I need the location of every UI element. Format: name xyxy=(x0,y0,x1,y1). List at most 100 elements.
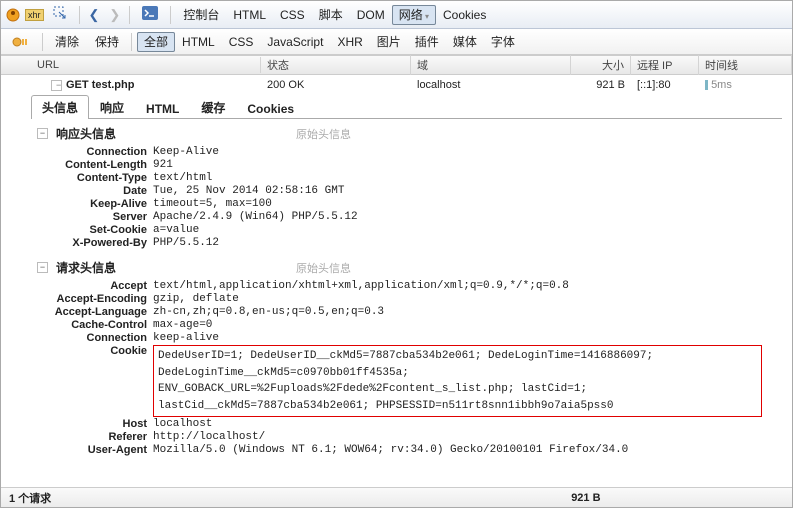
request-status: 200 OK xyxy=(261,77,411,93)
header-row: Content-Length921 xyxy=(37,159,762,171)
subtab-头信息[interactable]: 头信息 xyxy=(31,95,89,119)
request-method: GET xyxy=(66,79,89,91)
subtab-响应[interactable]: 响应 xyxy=(89,95,135,119)
header-key: Accept-Language xyxy=(37,306,153,318)
collapse-icon[interactable]: − xyxy=(37,262,48,273)
header-value: gzip, deflate xyxy=(153,293,762,305)
header-key: Keep-Alive xyxy=(37,198,153,210)
col-remote-ip[interactable]: 远程 IP xyxy=(631,55,699,75)
col-domain[interactable]: 域 xyxy=(411,55,571,75)
request-timeline: 5ms xyxy=(699,77,792,93)
header-row: Content-Typetext/html xyxy=(37,172,762,184)
tab-CSS[interactable]: CSS xyxy=(273,5,312,25)
header-key: Connection xyxy=(37,146,153,158)
header-key: Date xyxy=(37,185,153,197)
collapse-icon[interactable]: − xyxy=(51,80,62,91)
back-button[interactable]: ❮ xyxy=(85,7,104,23)
firebug-icon[interactable] xyxy=(5,7,21,23)
header-key: Referer xyxy=(37,431,153,443)
subtab-缓存[interactable]: 缓存 xyxy=(190,95,236,119)
forward-button[interactable]: ❯ xyxy=(105,7,124,23)
col-timeline[interactable]: 时间线 xyxy=(699,55,792,75)
header-row: X-Powered-ByPHP/5.5.12 xyxy=(37,237,762,249)
header-row: Keep-Alivetimeout=5, max=100 xyxy=(37,198,762,210)
header-row: DateTue, 25 Nov 2014 02:58:16 GMT xyxy=(37,185,762,197)
clear-button[interactable]: 清除 xyxy=(48,30,86,53)
filter-全部[interactable]: 全部 xyxy=(137,32,175,52)
filter-CSS[interactable]: CSS xyxy=(222,32,261,52)
persist-button[interactable]: 保持 xyxy=(88,30,126,53)
header-value: text/html xyxy=(153,172,762,184)
request-row[interactable]: − GET test.php 200 OK localhost 921 B [:… xyxy=(1,75,792,95)
tab-网络[interactable]: 网络 xyxy=(392,5,436,25)
header-key: Cookie xyxy=(37,345,153,357)
tab-控制台[interactable]: 控制台 xyxy=(176,5,226,25)
filter-XHR[interactable]: XHR xyxy=(330,32,369,52)
header-row: Connectionkeep-alive xyxy=(37,332,762,344)
filter-媒体[interactable]: 媒体 xyxy=(446,32,484,52)
col-size[interactable]: 大小 xyxy=(571,55,631,75)
header-key: Connection xyxy=(37,332,153,344)
header-key: Set-Cookie xyxy=(37,224,153,236)
header-row: ConnectionKeep-Alive xyxy=(37,146,762,158)
header-key: Accept-Encoding xyxy=(37,293,153,305)
inspect-icon[interactable] xyxy=(46,3,74,26)
header-key: Accept xyxy=(37,280,153,292)
total-size: 921 B xyxy=(571,492,600,504)
header-value: keep-alive xyxy=(153,332,762,344)
separator xyxy=(129,6,130,24)
filter-图片[interactable]: 图片 xyxy=(370,32,408,52)
tab-HTML[interactable]: HTML xyxy=(226,5,273,25)
header-value: max-age=0 xyxy=(153,319,762,331)
col-status[interactable]: 状态 xyxy=(261,55,411,75)
header-value: Apache/2.4.9 (Win64) PHP/5.5.12 xyxy=(153,211,762,223)
request-ip: [::1]:80 xyxy=(631,77,699,93)
col-url[interactable]: URL xyxy=(1,57,261,73)
filter-JavaScript[interactable]: JavaScript xyxy=(260,32,330,52)
headers-panel: − 响应头信息 原始头信息 ConnectionKeep-AliveConten… xyxy=(37,125,762,456)
tab-DOM[interactable]: DOM xyxy=(350,5,392,25)
tab-Cookies[interactable]: Cookies xyxy=(436,5,493,25)
header-row: Set-Cookiea=value xyxy=(37,224,762,236)
request-domain: localhost xyxy=(411,77,571,93)
tab-脚本[interactable]: 脚本 xyxy=(312,5,350,25)
filter-插件[interactable]: 插件 xyxy=(408,32,446,52)
grid-header: URL 状态 域 大小 远程 IP 时间线 xyxy=(1,55,792,75)
break-icon[interactable] xyxy=(5,32,37,52)
request-section-header[interactable]: − 请求头信息 原始头信息 xyxy=(37,259,762,276)
subtab-Cookies[interactable]: Cookies xyxy=(236,98,305,119)
raw-headers-link[interactable]: 原始头信息 xyxy=(296,126,351,142)
header-key: Server xyxy=(37,211,153,223)
separator xyxy=(79,6,80,24)
raw-headers-link[interactable]: 原始头信息 xyxy=(296,260,351,276)
header-value: a=value xyxy=(153,224,762,236)
console-toggle-icon[interactable] xyxy=(135,3,165,26)
filter-字体[interactable]: 字体 xyxy=(484,32,522,52)
filter-HTML[interactable]: HTML xyxy=(175,32,222,52)
header-row: User-AgentMozilla/5.0 (Windows NT 6.1; W… xyxy=(37,444,762,456)
header-row: Hostlocalhost xyxy=(37,418,762,430)
header-key: Host xyxy=(37,418,153,430)
separator xyxy=(131,33,132,51)
header-row: CookieDedeUserID=1; DedeUserID__ckMd5=78… xyxy=(37,345,762,417)
header-key: X-Powered-By xyxy=(37,237,153,249)
request-count: 1 个请求 xyxy=(9,490,51,506)
header-value: DedeUserID=1; DedeUserID__ckMd5=7887cba5… xyxy=(153,345,762,417)
section-title: 响应头信息 xyxy=(56,125,116,142)
request-size: 921 B xyxy=(571,77,631,93)
header-row: ServerApache/2.4.9 (Win64) PHP/5.5.12 xyxy=(37,211,762,223)
header-value: PHP/5.5.12 xyxy=(153,237,762,249)
separator xyxy=(42,33,43,51)
header-key: Content-Type xyxy=(37,172,153,184)
subtab-HTML[interactable]: HTML xyxy=(135,98,190,119)
header-key: Cache-Control xyxy=(37,319,153,331)
header-row: Accepttext/html,application/xhtml+xml,ap… xyxy=(37,280,762,292)
header-value: Mozilla/5.0 (Windows NT 6.1; WOW64; rv:3… xyxy=(153,444,762,456)
collapse-icon[interactable]: − xyxy=(37,128,48,139)
header-row: Cache-Controlmax-age=0 xyxy=(37,319,762,331)
request-file: test.php xyxy=(92,79,135,91)
xhr-icon[interactable]: xhr xyxy=(25,9,44,21)
header-row: Accept-Languagezh-cn,zh;q=0.8,en-us;q=0.… xyxy=(37,306,762,318)
detail-tabs: 头信息响应HTML缓存Cookies xyxy=(31,95,782,119)
response-section-header[interactable]: − 响应头信息 原始头信息 xyxy=(37,125,762,142)
